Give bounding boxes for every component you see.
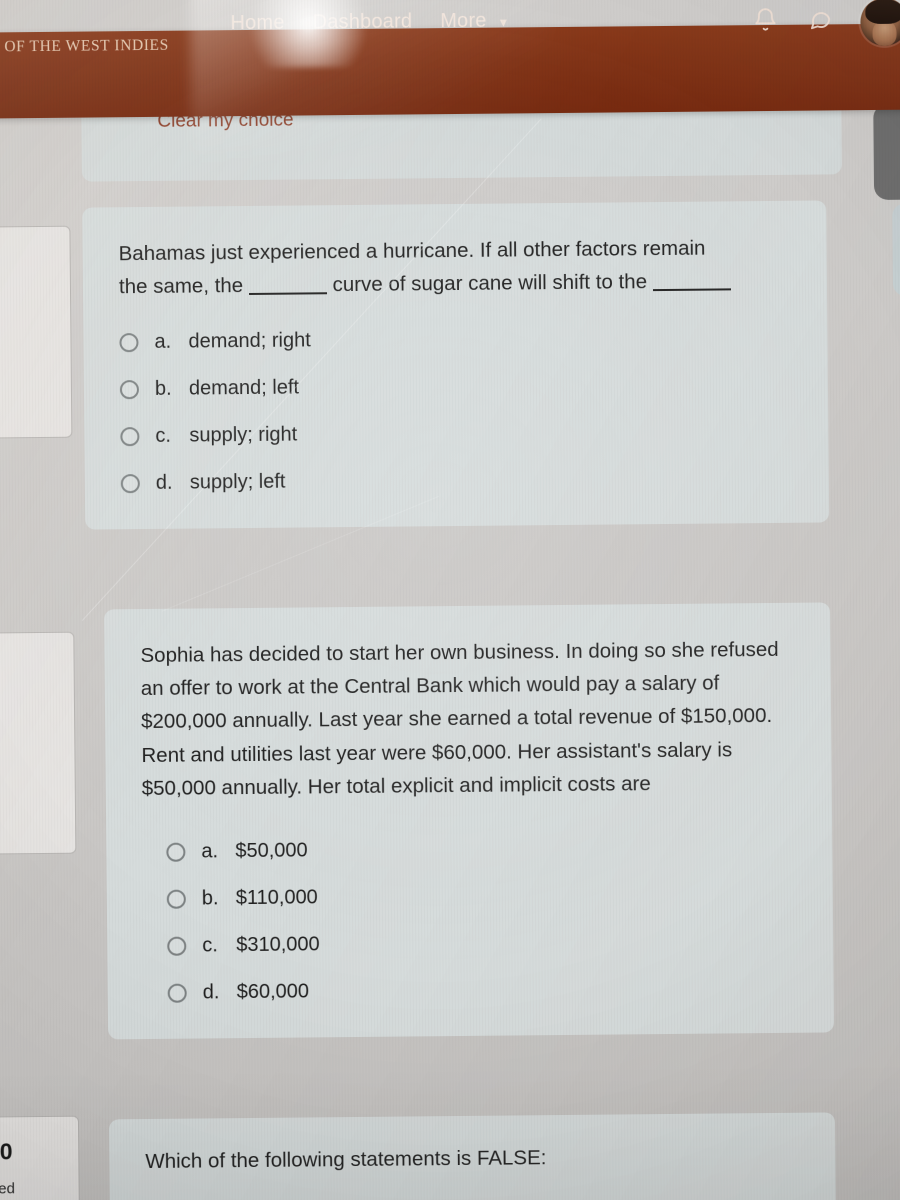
answer-option-8-a[interactable]: a. demand; right (119, 325, 791, 354)
question-info-10: stion 10 wer saved (0, 1115, 81, 1200)
radio-icon[interactable] (120, 474, 140, 494)
nav-item-home[interactable]: Home (230, 12, 284, 36)
radio-icon[interactable] (167, 983, 187, 1003)
answers-9: a. $50,000 b. $110,000 c. $310,000 d. $6… (166, 835, 798, 1005)
question-info-8: 8 ved ut of 1 (0, 225, 73, 440)
blank-1 (248, 292, 327, 296)
answer-text: demand; right (188, 329, 311, 353)
question-flag-9[interactable]: on (0, 748, 65, 778)
question-mark-8: ut of 1 (0, 301, 60, 331)
question-mark-9: out of 1 (0, 719, 64, 749)
answers-8: a. demand; right b. demand; left c. supp… (119, 325, 793, 495)
nav-item-more[interactable]: More ▼ (440, 9, 509, 33)
radio-icon[interactable] (120, 427, 140, 447)
answer-option-9-a[interactable]: a. $50,000 (166, 835, 796, 864)
answer-text: $50,000 (235, 839, 308, 863)
answer-text: supply; right (189, 423, 298, 447)
question-block-9: n 9 ed out of 1 on Sophia has decided to… (0, 601, 900, 1040)
question-block-10: stion 10 wer saved Which of the followin… (0, 1089, 900, 1200)
answer-key: c. (155, 425, 172, 448)
answer-option-8-c[interactable]: c. supply; right (120, 419, 792, 448)
question-block-8: 8 ved ut of 1 Bahamas just experienced a… (0, 199, 900, 530)
answer-option-8-b[interactable]: b. demand; left (119, 372, 792, 401)
question-state-10: wer saved (0, 1180, 16, 1198)
radio-icon[interactable] (166, 842, 186, 862)
answer-key: b. (154, 378, 172, 401)
answer-key: d. (155, 472, 173, 495)
chevron-down-icon: ▼ (497, 15, 510, 30)
question-number-8: 8 (0, 239, 60, 273)
question-info-9: n 9 ed out of 1 on (0, 631, 77, 856)
message-icon[interactable] (806, 6, 832, 32)
answer-key: d. (202, 981, 220, 1004)
nav-item-dashboard[interactable]: Dashboard (312, 10, 412, 34)
bell-icon[interactable] (752, 7, 778, 33)
radio-icon[interactable] (167, 936, 187, 956)
answer-key: b. (201, 887, 219, 910)
answer-key: c. (202, 934, 218, 957)
answer-option-9-b[interactable]: b. $110,000 (166, 882, 797, 911)
nav-item-dashboard-label: Dashboard (312, 10, 413, 34)
right-drawer-panel-secondary[interactable] (892, 203, 900, 296)
answer-key: a. (201, 840, 219, 863)
question-text-8: Bahamas just experienced a hurricane. If… (118, 231, 791, 304)
question-state-8: ved (0, 272, 60, 302)
question-body-8: Bahamas just experienced a hurricane. If… (82, 200, 830, 530)
answer-text: $310,000 (236, 933, 320, 957)
page-content: Clear my choice 8 ved ut of 1 Bahamas ju… (0, 0, 900, 1200)
answer-option-8-d[interactable]: d. supply; left (120, 466, 793, 495)
question-text-8-line2a: the same, the (118, 274, 244, 299)
nav-item-home-label: Home (230, 11, 285, 35)
question-text-9: Sophia has decided to start her own busi… (140, 637, 779, 800)
answer-option-9-d[interactable]: d. $60,000 (167, 976, 798, 1005)
radio-icon[interactable] (119, 333, 139, 353)
answer-text: $110,000 (235, 886, 318, 910)
answer-text: demand; left (188, 376, 300, 400)
radio-icon[interactable] (166, 889, 186, 909)
answer-text: $60,000 (236, 980, 310, 1004)
question-text-8-line2b: curve of sugar cane will shift to the (332, 270, 648, 297)
nav-item-more-label: More (440, 9, 487, 33)
main-nav: Home Dashboard More ▼ (230, 9, 509, 35)
photo-of-screen: Clear my choice 8 ved ut of 1 Bahamas ju… (0, 0, 900, 1200)
answer-key: a. (154, 331, 172, 354)
header-icon-group (752, 6, 832, 33)
screen-surface: Clear my choice 8 ved ut of 1 Bahamas ju… (0, 0, 900, 1200)
question-body-9: Sophia has decided to start her own busi… (104, 602, 835, 1040)
question-text-8-line1: Bahamas just experienced a hurricane. If… (118, 236, 706, 266)
question-state-9: ed (0, 690, 64, 720)
radio-icon[interactable] (119, 380, 140, 400)
question-number-9: n 9 (0, 645, 64, 691)
answer-option-9-c[interactable]: c. $310,000 (167, 929, 797, 958)
blank-2 (652, 288, 731, 292)
answer-text: supply; left (189, 471, 286, 494)
question-body-10: Which of the following statements is FAL… (108, 1112, 837, 1200)
question-number-10: stion 10 (0, 1138, 13, 1165)
right-drawer-panel[interactable] (873, 103, 900, 200)
site-brand[interactable]: Y OF THE WEST INDIES (0, 37, 169, 57)
question-text-10: Which of the following statements is FAL… (145, 1146, 547, 1174)
